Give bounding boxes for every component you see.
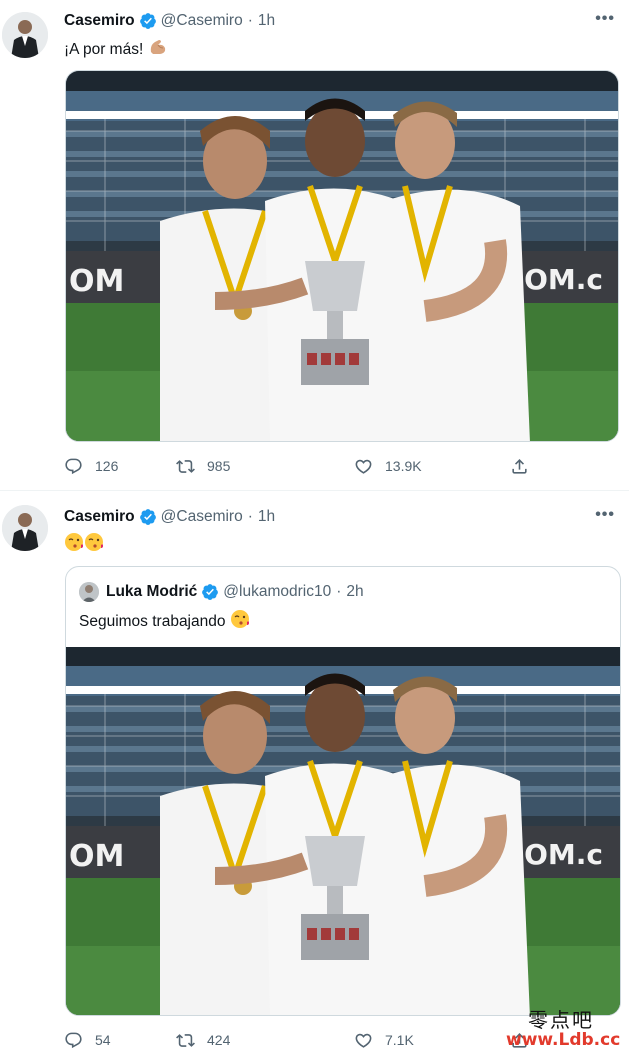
retweet-count: 424 <box>207 1032 231 1048</box>
tweet-text-content: ¡A por más! <box>64 41 148 58</box>
like-count: 13.9K <box>385 458 422 474</box>
separator-dot: · <box>247 12 253 29</box>
quoted-tweet-text: Seguimos trabajando <box>79 609 250 631</box>
retweet-count: 985 <box>207 458 231 474</box>
tweet-header: Casemiro @Casemiro · 1h ••• <box>64 506 615 528</box>
tweet-header: Casemiro @Casemiro · 1h ••• <box>64 10 615 32</box>
quoted-tweet[interactable]: Luka Modrić @lukamodric10 · 2h Seguimos … <box>65 566 621 1016</box>
separator-dot: · <box>336 583 342 600</box>
share-button[interactable] <box>510 457 529 476</box>
flexed-biceps-emoji-icon <box>150 40 165 54</box>
watermark-chinese-text: 零点吧 <box>528 1008 594 1032</box>
share-icon <box>512 458 527 474</box>
quoted-tweet-text-content: Seguimos trabajando <box>79 613 230 630</box>
separator-dot: · <box>247 508 253 525</box>
reply-count: 54 <box>95 1032 111 1048</box>
quoted-author-handle: @lukamodric10 <box>223 583 332 600</box>
retweet-icon <box>176 459 195 473</box>
retweet-icon <box>176 1033 195 1047</box>
tweet-actions: 126 985 13.9K <box>64 455 629 477</box>
quoted-avatar-image <box>79 582 99 602</box>
avatar-image <box>2 505 48 551</box>
quoted-avatar[interactable] <box>79 582 99 602</box>
author-handle[interactable]: @Casemiro <box>161 508 243 526</box>
photo-trophy-team-image <box>65 647 621 1016</box>
tweet[interactable]: Casemiro @Casemiro · 1h ••• ¡A por más! … <box>0 0 629 490</box>
quoted-author-name: Luka Modrić <box>106 583 198 600</box>
avatar-image <box>2 12 48 58</box>
reply-icon <box>65 1032 82 1048</box>
watermark-url: www.Ldb.cc <box>506 1030 621 1050</box>
watermark: 零点吧 www.Ldb.cc <box>506 1004 626 1052</box>
reply-count: 126 <box>95 458 119 474</box>
verified-badge-icon <box>202 584 219 600</box>
photo-trophy-team-image <box>66 71 619 442</box>
quoted-tweet-header: Luka Modrić @lukamodric10 · 2h <box>106 582 364 602</box>
verified-badge-icon <box>139 509 156 525</box>
more-options-icon[interactable]: ••• <box>595 10 615 28</box>
quoted-timestamp: 2h <box>346 583 364 600</box>
like-button[interactable]: 7.1K <box>354 1031 414 1050</box>
reply-icon <box>65 458 82 474</box>
reply-button[interactable]: 126 <box>64 457 118 476</box>
tweet-text <box>64 532 104 554</box>
kissing-face-emoji-icon <box>65 533 103 551</box>
heart-icon <box>355 1033 372 1048</box>
tweet[interactable]: Casemiro @Casemiro · 1h ••• Luka Modrić <box>0 490 629 1054</box>
more-options-icon[interactable]: ••• <box>595 506 615 524</box>
heart-icon <box>355 459 372 474</box>
timestamp[interactable]: 1h <box>258 12 275 30</box>
like-count: 7.1K <box>385 1032 414 1048</box>
reply-button[interactable]: 54 <box>64 1031 111 1050</box>
timestamp[interactable]: 1h <box>258 508 275 526</box>
verified-badge-icon <box>139 13 156 29</box>
kissing-face-emoji-icon <box>230 610 249 628</box>
author-name[interactable]: Casemiro <box>64 12 135 30</box>
tweet-text: ¡A por más! <box>64 37 168 59</box>
like-button[interactable]: 13.9K <box>354 457 422 476</box>
avatar[interactable] <box>2 505 48 551</box>
author-name[interactable]: Casemiro <box>64 508 135 526</box>
retweet-button[interactable]: 985 <box>176 457 230 476</box>
quoted-tweet-photo[interactable] <box>65 647 621 1016</box>
tweet-photo[interactable] <box>65 70 619 442</box>
retweet-button[interactable]: 424 <box>176 1031 230 1050</box>
author-handle[interactable]: @Casemiro <box>161 12 243 30</box>
avatar[interactable] <box>2 12 48 58</box>
